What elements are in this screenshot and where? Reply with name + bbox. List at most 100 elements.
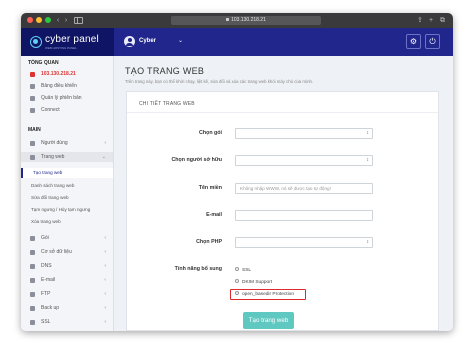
new-tab-icon[interactable]: + [429, 16, 433, 25]
page-title: TẠO TRANG WEB [125, 66, 205, 76]
chevron-left-icon: ‹ [104, 291, 106, 297]
sidebar-item-label: Bảng điều khiển [41, 83, 77, 89]
card-title: CHI TIẾT TRANG WEB [139, 101, 195, 107]
ssl-checkbox[interactable] [235, 267, 239, 272]
email-label: E-mail [206, 212, 222, 218]
chevron-left-icon: ‹ [104, 249, 106, 255]
sidebar-item-label: Trang web [41, 154, 65, 160]
url-text: 103.130.218.21 [231, 17, 266, 23]
ssl-checkbox-label: SSL [242, 268, 252, 273]
sidebar-item-version-management[interactable]: Quản lý phiên bản [21, 93, 113, 103]
php-label: Chọn PHP [196, 239, 222, 245]
main-content: TẠO TRANG WEB Trên trang này, bạn có thể… [115, 56, 453, 331]
sidebar-item-dns[interactable]: DNS ‹ [21, 261, 113, 271]
card-divider [127, 112, 438, 113]
forward-arrow-icon[interactable]: › [62, 16, 70, 25]
address-bar[interactable]: 103.130.218.21 [171, 16, 321, 25]
email-input[interactable] [235, 210, 373, 221]
sidebar-item-ssl[interactable]: SSL ‹ [21, 317, 113, 327]
highlight-box [230, 289, 306, 300]
sidebar-subitem-modify-website[interactable]: Sửa đổi trang web [21, 193, 113, 203]
sidebar-toggle-icon[interactable] [74, 17, 83, 24]
sidebar-item-server-ip[interactable]: 103.130.218.21 [21, 69, 113, 79]
sidebar-item-label: Connect [41, 107, 60, 113]
sidebar-item-databases[interactable]: Cơ sở dữ liệu ‹ [21, 247, 113, 257]
sidebar-item-label: Người dùng [41, 140, 68, 146]
sidebar-item-label: SSL [41, 319, 51, 325]
chevron-left-icon: ‹ [104, 305, 106, 311]
features-label: Tính năng bổ sung [174, 266, 222, 272]
package-select[interactable] [235, 128, 373, 139]
owner-label: Chọn người sở hữu [171, 157, 222, 163]
user-avatar-icon[interactable] [124, 36, 135, 47]
sidebar: TỔNG QUAN 103.130.218.21 Bảng điều khiển… [21, 56, 114, 331]
sidebar-item-label: 103.130.218.21 [41, 71, 76, 77]
package-icon [30, 236, 35, 241]
sidebar-subitem-create-website[interactable]: Tạo trang web [21, 168, 113, 178]
brand-name: cyber panel [45, 34, 99, 45]
sidebar-item-dashboard[interactable]: Bảng điều khiển [21, 81, 113, 91]
sidebar-item-label: Back up [41, 305, 60, 311]
owner-select[interactable] [235, 155, 373, 166]
domain-input[interactable]: Không nhập WWW, nó sẽ được tạo tự động! [235, 183, 373, 194]
logout-button[interactable]: ⏻ [425, 34, 440, 49]
sidebar-heading-main: MAIN [28, 127, 41, 133]
ssl-checkbox-row[interactable]: SSL [235, 267, 251, 275]
gear-icon: ⚙ [409, 37, 418, 46]
settings-button[interactable]: ⚙ [406, 34, 421, 49]
sidebar-item-label: FTP [41, 291, 51, 297]
globe-icon [30, 155, 35, 160]
info-icon [30, 96, 35, 101]
dkim-checkbox[interactable] [235, 279, 239, 284]
website-details-card: CHI TIẾT TRANG WEB Chọn gói Chọn người s… [126, 91, 439, 331]
page-subtitle: Trên trang này, bạn có thể khởi chạy, li… [125, 79, 314, 84]
lock-icon [226, 18, 230, 22]
close-window-icon[interactable] [27, 17, 33, 23]
dkim-checkbox-row[interactable]: DKIM Support [235, 279, 272, 287]
app-topbar: cyber panel WEB HOSTING PANEL Cyber ⌄ ⚙ … [21, 28, 453, 56]
tabs-overview-icon[interactable]: ⧉ [440, 16, 445, 25]
cyberpanel-logo-icon [30, 36, 42, 48]
chevron-left-icon: ‹ [104, 140, 106, 146]
back-arrow-icon[interactable]: ‹ [54, 16, 62, 25]
sidebar-subitem-delete-website[interactable]: Xóa trang web [21, 217, 113, 227]
php-select[interactable] [235, 237, 373, 248]
browser-toolbar: ‹ › 103.130.218.21 ⇪ + ⧉ [21, 13, 453, 28]
database-icon [30, 250, 35, 255]
user-name[interactable]: Cyber [139, 38, 156, 44]
brand-area[interactable]: cyber panel WEB HOSTING PANEL [21, 28, 114, 56]
sidebar-item-backup[interactable]: Back up ‹ [21, 303, 113, 313]
package-label: Chọn gói [199, 130, 222, 136]
link-icon [30, 108, 35, 113]
ssl-icon [30, 320, 35, 325]
sidebar-subitem-suspend-website[interactable]: Tạm ngưng / Hủy tạm ngưng [21, 205, 113, 215]
users-icon [30, 141, 35, 146]
sidebar-item-label: Quản lý phiên bản [41, 95, 82, 101]
sidebar-item-users[interactable]: Người dùng ‹ [21, 138, 113, 148]
chevron-left-icon: ‹ [104, 277, 106, 283]
sidebar-item-packages[interactable]: Gói ‹ [21, 233, 113, 243]
sidebar-item-connect[interactable]: Connect [21, 105, 113, 115]
maximize-window-icon[interactable] [45, 17, 51, 23]
sidebar-item-label: Cơ sở dữ liệu [41, 249, 72, 255]
dns-icon [30, 264, 35, 269]
minimize-window-icon[interactable] [36, 17, 42, 23]
dashboard-icon [30, 84, 35, 89]
user-menu-chevron-icon[interactable]: ⌄ [178, 37, 183, 44]
ftp-icon [30, 292, 35, 297]
sidebar-item-websites[interactable]: Trang web ⌄ [21, 152, 113, 162]
sidebar-item-ftp[interactable]: FTP ‹ [21, 289, 113, 299]
browser-window: ‹ › 103.130.218.21 ⇪ + ⧉ cyber panel WEB… [21, 13, 453, 331]
chevron-left-icon: ‹ [104, 319, 106, 325]
sidebar-item-label: DNS [41, 263, 52, 269]
brand-tagline: WEB HOSTING PANEL [45, 46, 77, 50]
sidebar-item-email[interactable]: E-mail ‹ [21, 275, 113, 285]
monitor-icon [30, 72, 35, 77]
email-icon [30, 278, 35, 283]
share-icon[interactable]: ⇪ [417, 16, 423, 25]
sidebar-subitem-list-websites[interactable]: Danh sách trang web [21, 181, 113, 191]
create-website-button[interactable]: Tạo trang web [243, 312, 294, 329]
domain-label: Tên miền [198, 185, 222, 191]
sidebar-heading-overview: TỔNG QUAN [28, 60, 59, 66]
sidebar-item-label: E-mail [41, 277, 56, 283]
